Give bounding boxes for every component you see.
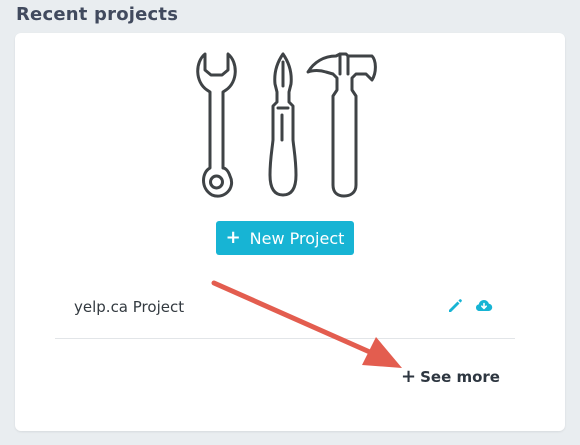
tools-icon xyxy=(196,52,377,198)
see-more-label: See more xyxy=(420,368,500,386)
pencil-icon[interactable] xyxy=(446,297,464,315)
wrench-icon xyxy=(196,52,237,198)
recent-projects-page: Recent projects + New Project yelp.ca Pr… xyxy=(0,0,580,445)
new-project-label: New Project xyxy=(249,228,345,248)
plus-icon: + xyxy=(401,366,417,387)
section-title: Recent projects xyxy=(16,4,179,25)
new-project-button[interactable]: + New Project xyxy=(216,221,354,255)
project-row[interactable]: yelp.ca Project xyxy=(55,290,515,339)
plus-icon: + xyxy=(225,227,241,248)
cloud-download-icon[interactable] xyxy=(475,297,493,315)
see-more-link[interactable]: + See more xyxy=(401,366,500,387)
screwdriver-icon xyxy=(268,52,298,197)
project-name[interactable]: yelp.ca Project xyxy=(74,298,184,316)
hammer-icon xyxy=(306,52,377,198)
